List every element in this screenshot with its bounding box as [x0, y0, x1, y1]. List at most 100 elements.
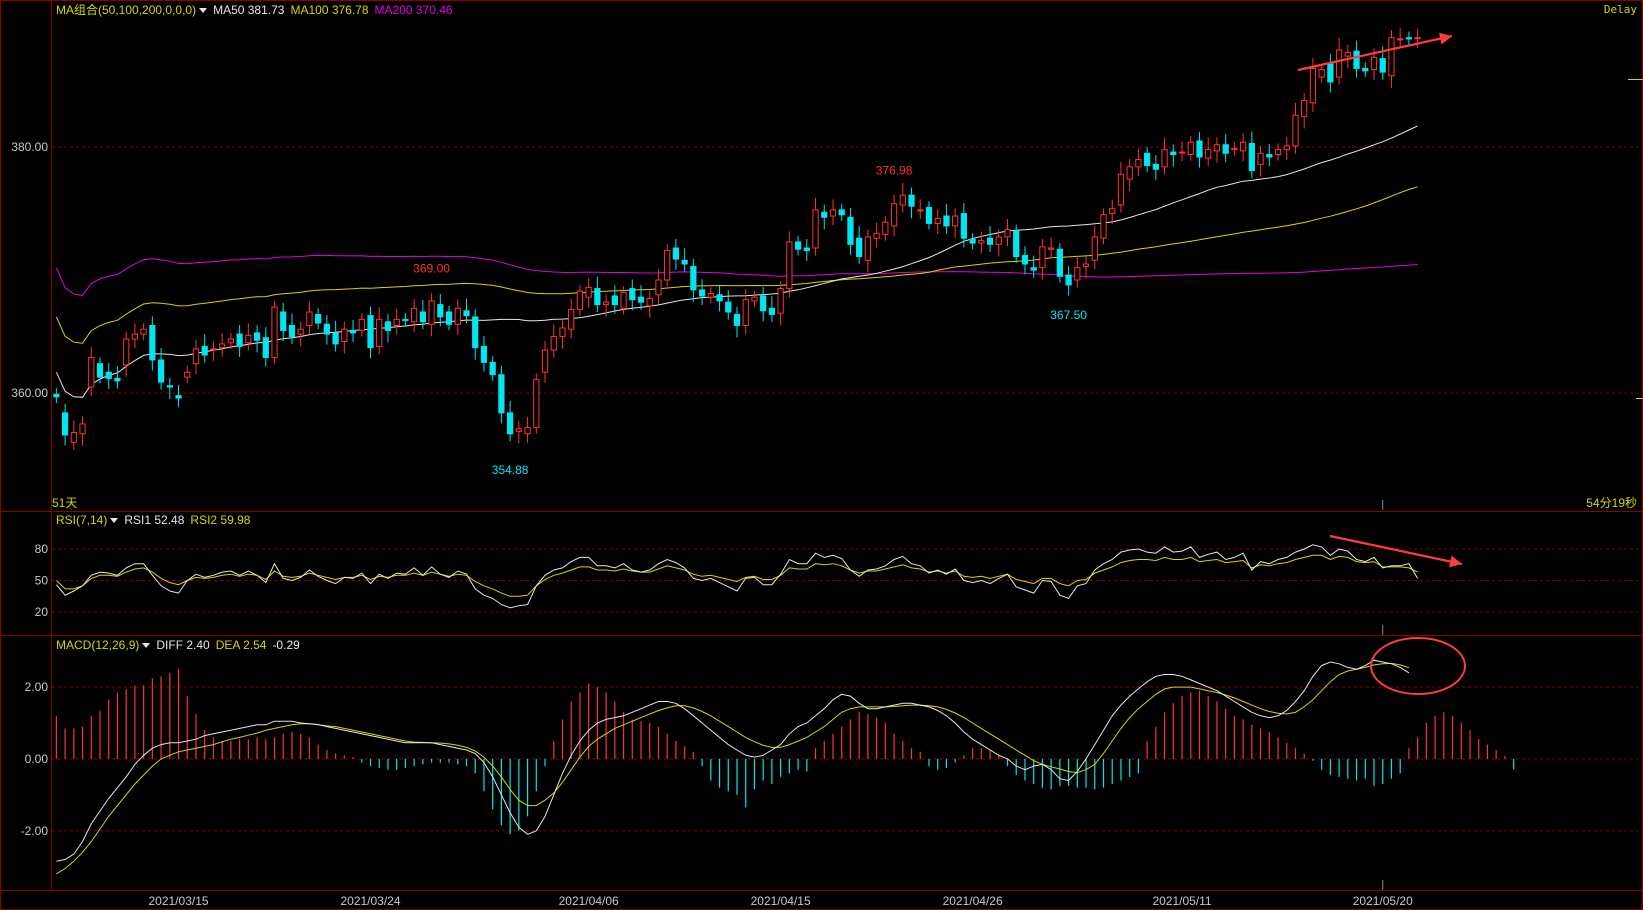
macd-legend: MACD(12,26,9) DIFF 2.40 DEA 2.54 -0.29 — [56, 638, 306, 652]
indicator-name[interactable]: MA组合(50,100,200,0,0,0) — [56, 3, 196, 17]
candle-body — [201, 345, 208, 356]
candle-body — [1231, 147, 1238, 151]
candle-body — [1100, 214, 1107, 239]
candle-body — [515, 428, 522, 432]
candle-body — [454, 307, 461, 325]
chevron-down-icon[interactable] — [142, 643, 151, 649]
candle-body — [1187, 141, 1194, 156]
candle-body — [1292, 114, 1299, 147]
candle-body — [925, 206, 933, 224]
price-annotation: 369.00 — [413, 261, 450, 275]
candle-body — [341, 328, 348, 342]
candle-body — [1117, 173, 1125, 206]
candle-body — [393, 318, 400, 327]
candle-body — [1144, 152, 1151, 167]
candle-body — [1318, 69, 1325, 78]
candle-body — [1274, 149, 1282, 156]
candle-body — [978, 240, 985, 244]
candle-body — [1205, 149, 1212, 159]
candle-body — [402, 318, 409, 322]
price-annotation: 376.98 — [876, 163, 913, 177]
indicator-name[interactable]: RSI(7,14) — [56, 513, 107, 527]
candle-body — [192, 348, 200, 365]
candle-body — [751, 296, 758, 302]
candle-body — [140, 328, 147, 335]
candle-body — [88, 356, 95, 388]
candle-body — [1397, 38, 1404, 41]
chart-frame — [0, 0, 1643, 910]
x-tick-label: 2021/03/24 — [340, 894, 400, 908]
diff-value: DIFF 2.40 — [156, 638, 210, 652]
x-tick-label: 2021/05/20 — [1353, 894, 1413, 908]
candle-body — [166, 385, 173, 388]
candle-body — [332, 332, 339, 345]
y-tick-label: 2.00 — [25, 680, 49, 694]
candle-body — [1370, 56, 1378, 71]
candle-body — [1030, 267, 1037, 271]
candle-body — [1004, 229, 1011, 238]
candle-body — [760, 295, 767, 312]
candle-body — [367, 315, 374, 349]
candle-body — [411, 307, 418, 323]
candle-body — [123, 338, 130, 366]
candle-body — [890, 203, 898, 227]
candle-body — [541, 349, 549, 373]
candle-body — [236, 333, 243, 347]
candle-body — [245, 334, 252, 344]
candle-body — [690, 265, 697, 291]
candle-body — [253, 332, 261, 341]
candle-body — [882, 221, 889, 235]
candle-body — [419, 311, 426, 323]
candle-body — [384, 321, 392, 331]
candle-body — [105, 371, 112, 379]
candle-body — [672, 247, 680, 260]
candle-body — [969, 238, 976, 244]
candle-body — [524, 427, 531, 435]
candle-body — [131, 333, 139, 340]
candle-body — [550, 336, 557, 351]
candle-body — [53, 393, 60, 398]
candle-body — [463, 310, 470, 317]
candle-body — [227, 338, 235, 344]
rsi2-value: RSI2 59.98 — [190, 513, 251, 527]
ma200-value: MA200 370.46 — [374, 3, 453, 17]
candle-body — [288, 325, 296, 338]
candle-body — [733, 313, 741, 326]
candle-body — [1021, 254, 1029, 265]
candle-body — [1362, 67, 1369, 72]
candle-body — [908, 194, 915, 207]
candle-body — [1301, 99, 1308, 117]
candle-body — [1335, 49, 1343, 78]
candle-body — [1082, 263, 1090, 267]
ma100-value: MA100 376.78 — [290, 3, 369, 17]
candle-body — [1013, 230, 1020, 258]
candle-body — [297, 328, 304, 335]
candle-body — [899, 194, 906, 206]
highlight-circle — [1370, 637, 1466, 695]
candle-body — [1266, 154, 1273, 158]
candle-body — [856, 237, 863, 258]
y-tick-label: 20 — [35, 605, 49, 619]
candle-body — [838, 209, 845, 216]
candle-body — [61, 412, 69, 436]
candle-body — [472, 316, 479, 349]
candle-body — [1379, 58, 1386, 73]
stock-chart[interactable]: 380.00 360.00 80 50 20 2.00 0.00 -2.00 369.00 354… — [0, 0, 1643, 910]
candle-body — [1109, 208, 1116, 215]
candle-body — [114, 377, 121, 382]
candle-body — [262, 337, 269, 358]
chevron-down-icon[interactable] — [199, 8, 208, 14]
candle-body — [349, 329, 357, 334]
candle-body — [219, 343, 226, 349]
x-tick-label: 2021/04/15 — [751, 894, 811, 908]
rsi1-line — [56, 544, 1419, 609]
candle-body — [79, 423, 86, 435]
candle-body — [1048, 247, 1055, 250]
trend-arrow — [1329, 534, 1463, 566]
candle-body — [1327, 63, 1334, 83]
chevron-down-icon[interactable] — [110, 518, 119, 524]
indicator-name[interactable]: MACD(12,26,9) — [56, 638, 139, 652]
candle-body — [943, 215, 950, 227]
candle-body — [157, 359, 165, 383]
candle-body — [585, 286, 592, 298]
